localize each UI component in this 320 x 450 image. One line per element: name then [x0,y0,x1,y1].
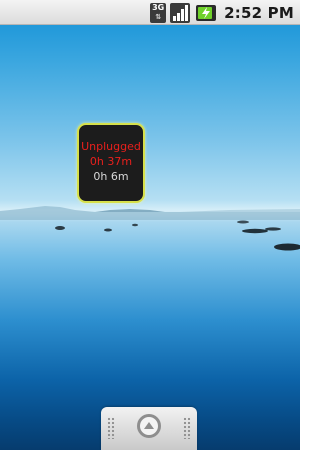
data-activity-arrows: ⇅ [155,12,162,21]
drawer-grip-left [107,417,115,439]
battery-charging-icon [196,4,217,21]
status-bar: 3G ⇅ 2:52 PM [0,0,300,25]
app-drawer-handle[interactable] [101,407,197,450]
drawer-grip-right [183,417,191,439]
home-screen: 3G ⇅ 2:52 PM Unplugged 0h 37m 0h 6m [0,0,300,450]
signal-strength-icon [170,2,191,23]
widget-time-unplugged: 0h 37m [89,155,133,168]
widget-time-remaining: 0h 6m [93,170,129,183]
battery-widget[interactable]: Unplugged 0h 37m 0h 6m [77,123,145,203]
app-drawer-arrow-icon [137,414,161,438]
status-clock: 2:52 PM [224,3,294,22]
network-3g-icon: 3G ⇅ [150,2,167,23]
wallpaper-islands [55,220,300,251]
charging-bolt-icon [202,6,211,19]
status-icons: 3G ⇅ 2:52 PM [150,0,294,25]
widget-status-text: Unplugged [81,140,141,153]
network-type-label: 3G [152,2,165,12]
